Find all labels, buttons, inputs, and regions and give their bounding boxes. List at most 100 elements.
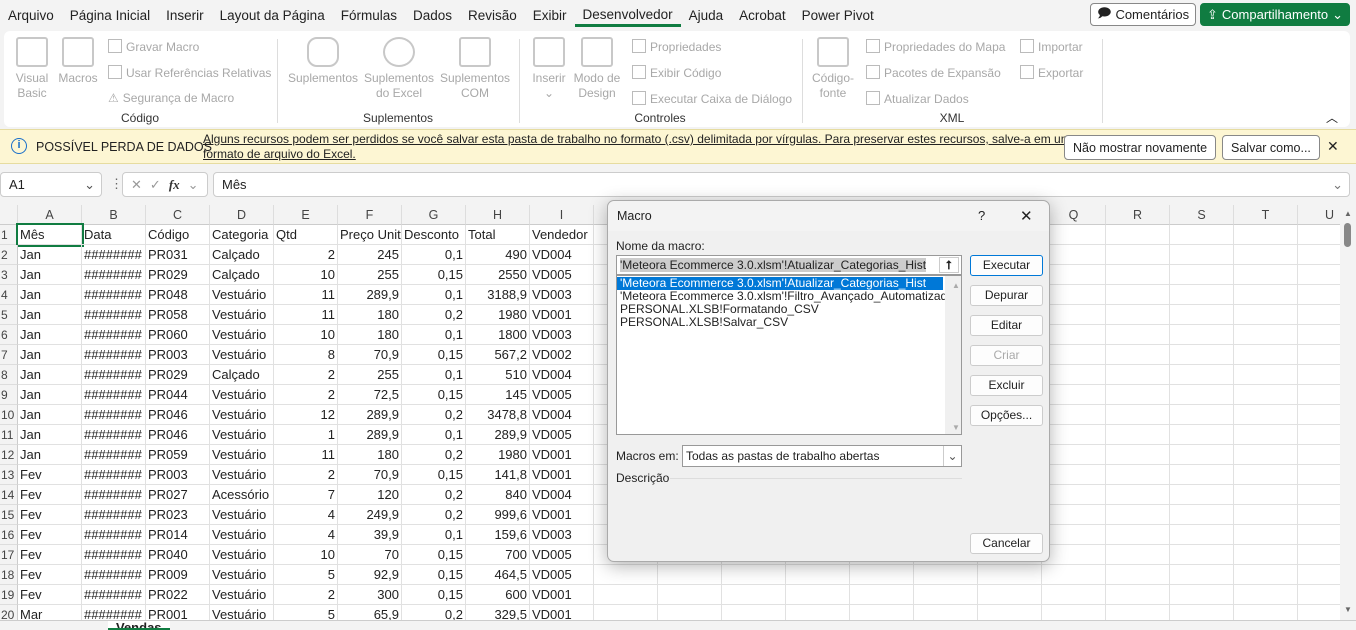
cell[interactable] (1042, 425, 1106, 445)
cell[interactable]: VD005 (530, 385, 594, 405)
cell[interactable] (1234, 525, 1298, 545)
cell[interactable]: Jan (18, 285, 82, 305)
cell[interactable]: ######## (82, 325, 146, 345)
cell[interactable]: Data (82, 225, 146, 245)
source-button[interactable]: Código-fonte (810, 37, 856, 101)
cell[interactable]: 5 (274, 605, 338, 620)
column-header[interactable]: U (1298, 205, 1340, 225)
macro-name-input[interactable]: 'Meteora Ecommerce 3.0.xlsm'!Atualizar_C… (616, 255, 962, 275)
cell[interactable]: Categoria (210, 225, 274, 245)
visual-basic-button[interactable]: Visual Basic (14, 37, 50, 101)
cell[interactable]: Mar (18, 605, 82, 620)
cell[interactable]: PR001 (146, 605, 210, 620)
cell[interactable]: VD003 (530, 525, 594, 545)
cell[interactable] (1106, 425, 1170, 445)
cell[interactable]: 0,1 (402, 245, 466, 265)
cell[interactable]: Fev (18, 505, 82, 525)
cell[interactable] (1106, 245, 1170, 265)
refresh-data-button[interactable]: Atualizar Dados (866, 91, 969, 106)
cell[interactable]: Vestuário (210, 345, 274, 365)
cell[interactable]: 0,2 (402, 405, 466, 425)
cell[interactable]: Vestuário (210, 305, 274, 325)
run-dialog-button[interactable]: Executar Caixa de Diálogo (632, 91, 792, 106)
cell[interactable] (1170, 385, 1234, 405)
cell[interactable]: PR058 (146, 305, 210, 325)
cell[interactable]: 39,9 (338, 525, 402, 545)
cell[interactable] (1234, 425, 1298, 445)
map-properties-button[interactable]: Propriedades do Mapa (866, 39, 1005, 54)
cell[interactable] (1298, 285, 1340, 305)
cell[interactable]: 1 (274, 425, 338, 445)
cell[interactable] (594, 585, 658, 605)
cell[interactable]: ######## (82, 245, 146, 265)
cell[interactable]: PR060 (146, 325, 210, 345)
column-header[interactable]: I (530, 205, 594, 225)
row-header[interactable]: 7 (0, 345, 18, 365)
cell[interactable]: Jan (18, 385, 82, 405)
cell[interactable] (1170, 225, 1234, 245)
cell[interactable] (1298, 425, 1340, 445)
cell[interactable]: VD001 (530, 585, 594, 605)
cell[interactable]: Vestuário (210, 445, 274, 465)
cell[interactable]: Fev (18, 585, 82, 605)
cell[interactable]: 2 (274, 245, 338, 265)
cell[interactable] (786, 565, 850, 585)
cell[interactable] (786, 605, 850, 620)
menu-tab-8[interactable]: Desenvolvedor (574, 7, 681, 27)
cell[interactable]: 11 (274, 305, 338, 325)
cell[interactable] (1042, 465, 1106, 485)
cell[interactable]: PR022 (146, 585, 210, 605)
cell[interactable]: Vestuário (210, 605, 274, 620)
cell[interactable] (1170, 265, 1234, 285)
cell[interactable]: ######## (82, 445, 146, 465)
cell[interactable]: 0,15 (402, 565, 466, 585)
cell[interactable]: 11 (274, 285, 338, 305)
cell[interactable] (1298, 265, 1340, 285)
cell[interactable]: Vestuário (210, 565, 274, 585)
macro-list[interactable]: ▲ ▼ 'Meteora Ecommerce 3.0.xlsm'!Atualizar… (616, 275, 962, 435)
cell[interactable] (786, 585, 850, 605)
cell[interactable] (914, 565, 978, 585)
cell[interactable] (1042, 525, 1106, 545)
cell[interactable]: ######## (82, 465, 146, 485)
column-header[interactable]: E (274, 205, 338, 225)
cell[interactable]: 0,1 (402, 365, 466, 385)
cell[interactable]: Vestuário (210, 385, 274, 405)
vertical-scrollbar[interactable]: ▲ ▼ (1340, 205, 1356, 620)
macro-list-item[interactable]: PERSONAL.XLSB!Salvar_CSV (617, 316, 961, 329)
cell[interactable]: 180 (338, 325, 402, 345)
cell[interactable] (1234, 445, 1298, 465)
cell[interactable] (1298, 565, 1340, 585)
row-header[interactable]: 14 (0, 485, 18, 505)
cell[interactable]: 0,15 (402, 265, 466, 285)
cell[interactable]: 2 (274, 365, 338, 385)
cell[interactable] (1170, 605, 1234, 620)
cell[interactable]: Jan (18, 425, 82, 445)
menu-tab-6[interactable]: Revisão (460, 8, 525, 23)
row-header[interactable]: 20 (0, 605, 18, 620)
cell[interactable]: ######## (82, 305, 146, 325)
cell[interactable] (1234, 585, 1298, 605)
cell[interactable] (1170, 365, 1234, 385)
cell[interactable]: VD003 (530, 325, 594, 345)
cell[interactable]: PR059 (146, 445, 210, 465)
cell[interactable] (1298, 365, 1340, 385)
row-header[interactable]: 18 (0, 565, 18, 585)
cell[interactable]: 70,9 (338, 465, 402, 485)
cell[interactable]: 289,9 (466, 425, 530, 445)
cell[interactable] (1234, 345, 1298, 365)
row-header[interactable]: 11 (0, 425, 18, 445)
scroll-down-icon[interactable]: ▼ (949, 421, 960, 434)
cell[interactable] (1106, 585, 1170, 605)
cell[interactable]: ######## (82, 425, 146, 445)
cell[interactable] (1106, 285, 1170, 305)
cell[interactable] (1234, 545, 1298, 565)
column-header[interactable]: F (338, 205, 402, 225)
cell[interactable]: 700 (466, 545, 530, 565)
cell[interactable] (1170, 345, 1234, 365)
cell[interactable] (658, 605, 722, 620)
cell[interactable]: Vestuário (210, 325, 274, 345)
cell[interactable] (1042, 405, 1106, 425)
cell[interactable]: Vestuário (210, 425, 274, 445)
column-header[interactable]: G (402, 205, 466, 225)
